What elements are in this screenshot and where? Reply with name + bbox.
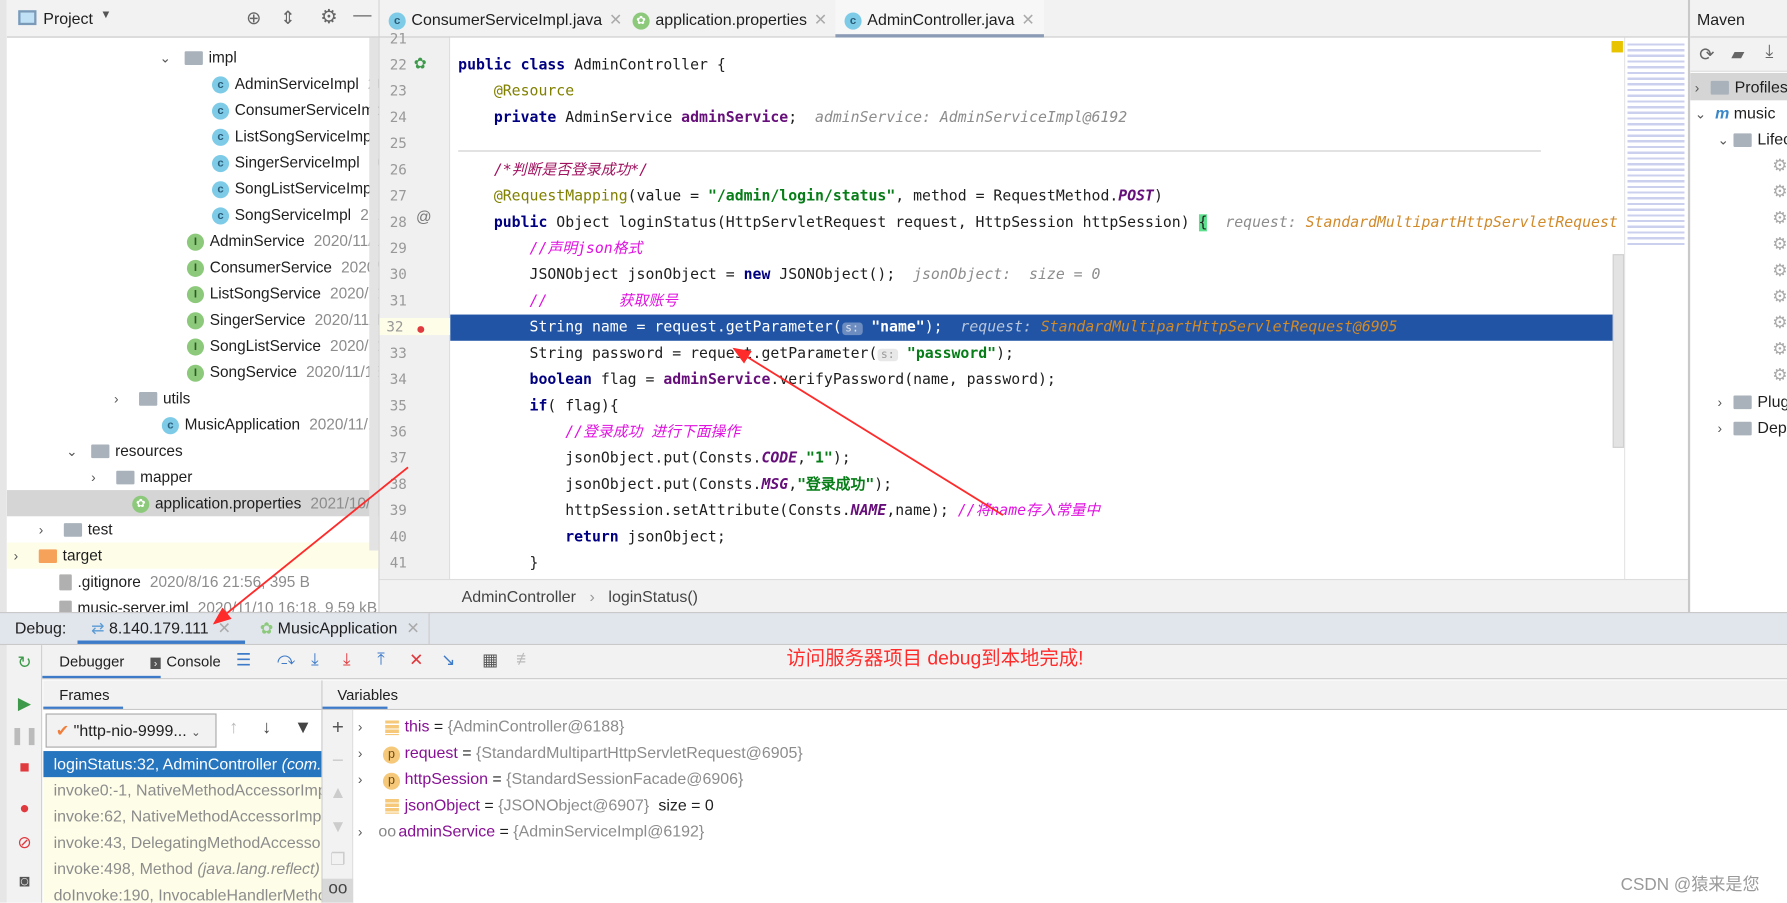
- annotation-arrows: [212, 347, 1004, 625]
- arrow-to-request: [732, 347, 1004, 516]
- ide-window: Project ▼ ⊕ ⇕ ⚙ — ⌄ impl c AdminServiceImpl…: [0, 0, 1787, 903]
- arrow-to-session: [212, 466, 409, 625]
- watermark: CSDN @猿来是您: [1620, 875, 1760, 895]
